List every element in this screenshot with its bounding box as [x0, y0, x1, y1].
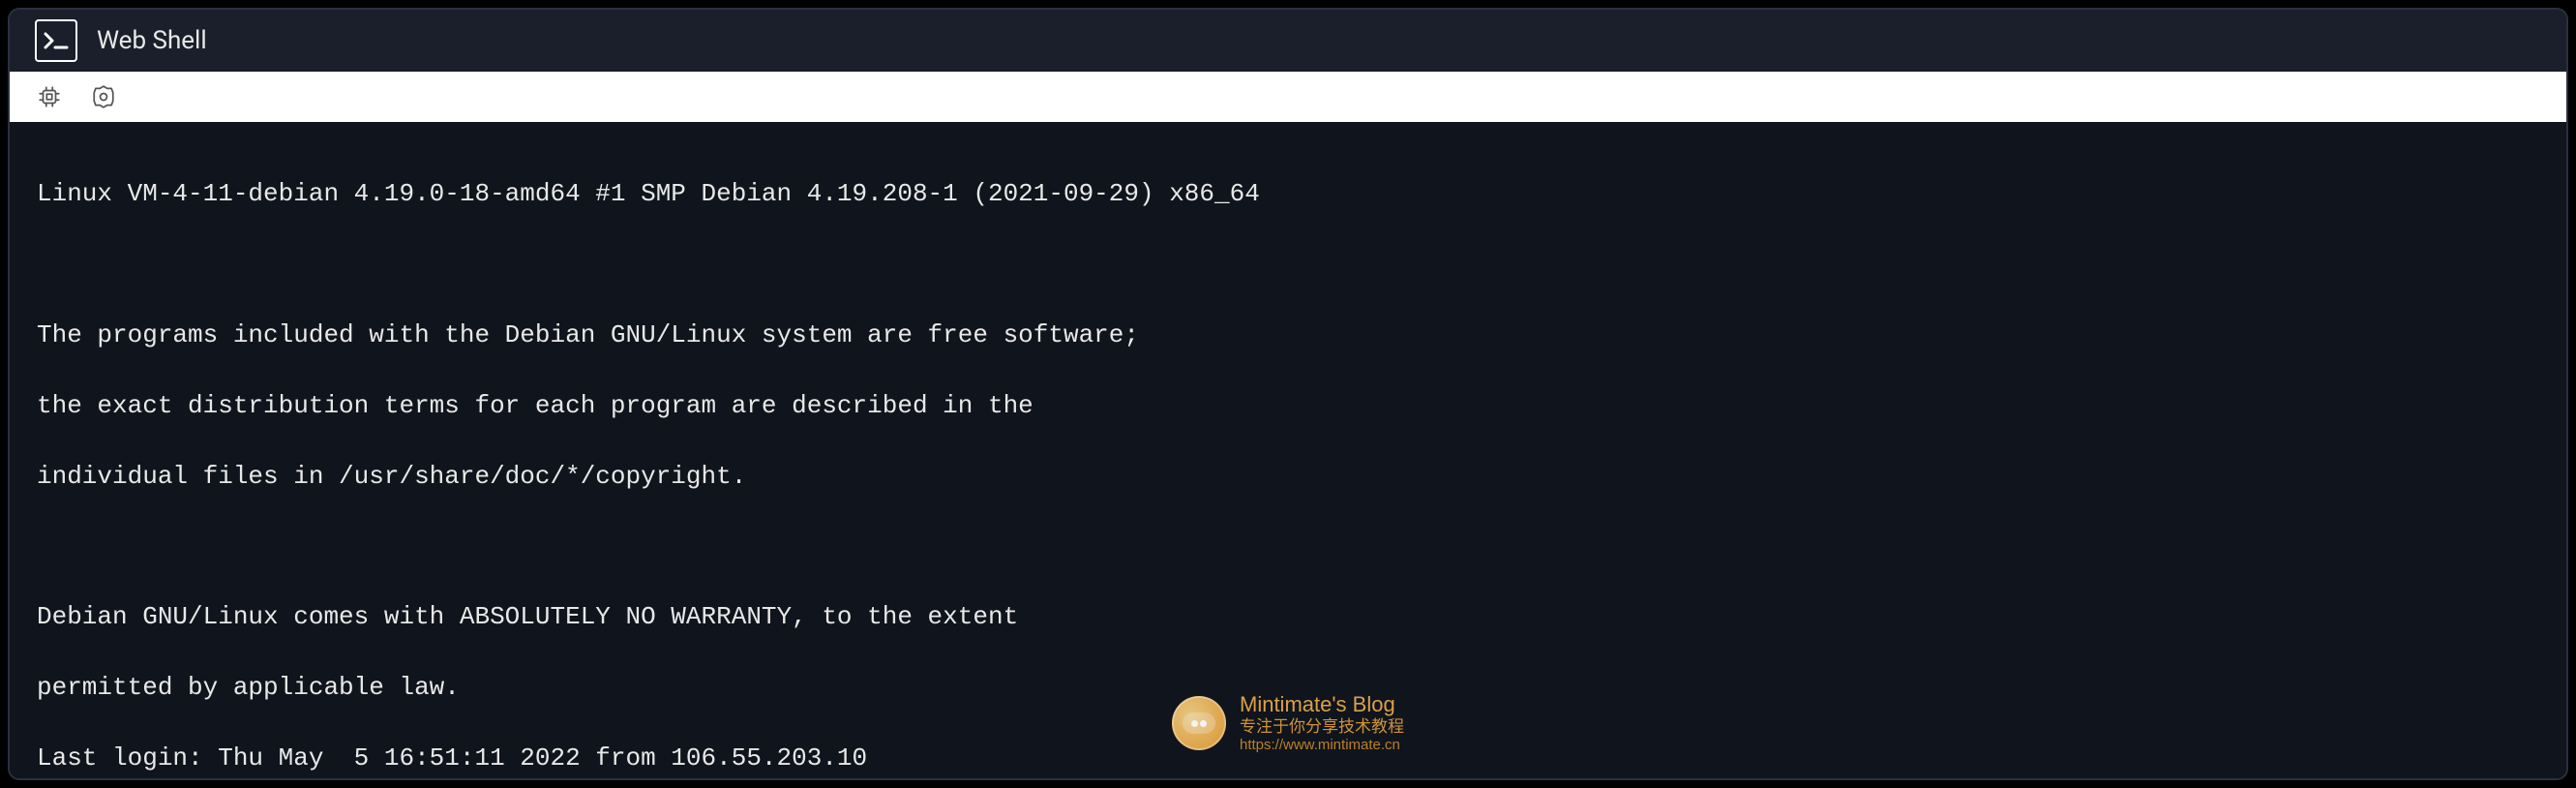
window-title: Web Shell	[97, 26, 207, 55]
watermark-title: Mintimate's Blog	[1240, 693, 1404, 716]
watermark-subtitle: 专注于你分享技术教程	[1240, 716, 1404, 737]
watermark: Mintimate's Blog 专注于你分享技术教程 https://www.…	[1172, 693, 1404, 753]
web-shell-window: Web Shell Linux VM-4-11-debian 4.19.0-18…	[8, 8, 2568, 780]
banner-line: Debian GNU/Linux comes with ABSOLUTELY N…	[37, 599, 2539, 634]
terminal-icon	[35, 19, 77, 62]
toolbar	[10, 72, 2566, 122]
watermark-text: Mintimate's Blog 专注于你分享技术教程 https://www.…	[1240, 693, 1404, 753]
terminal-area[interactable]: Linux VM-4-11-debian 4.19.0-18-amd64 #1 …	[10, 122, 2566, 778]
banner-line: individual files in /usr/share/doc/*/cop…	[37, 459, 2539, 494]
window-header: Web Shell	[10, 10, 2566, 72]
watermark-url: https://www.mintimate.cn	[1240, 738, 1404, 754]
watermark-logo-icon	[1172, 696, 1226, 750]
gear-icon[interactable]	[91, 84, 116, 109]
banner-line: The programs included with the Debian GN…	[37, 318, 2539, 352]
chip-icon[interactable]	[37, 84, 62, 109]
banner-line: the exact distribution terms for each pr…	[37, 388, 2539, 423]
banner-line: Linux VM-4-11-debian 4.19.0-18-amd64 #1 …	[37, 176, 2539, 211]
